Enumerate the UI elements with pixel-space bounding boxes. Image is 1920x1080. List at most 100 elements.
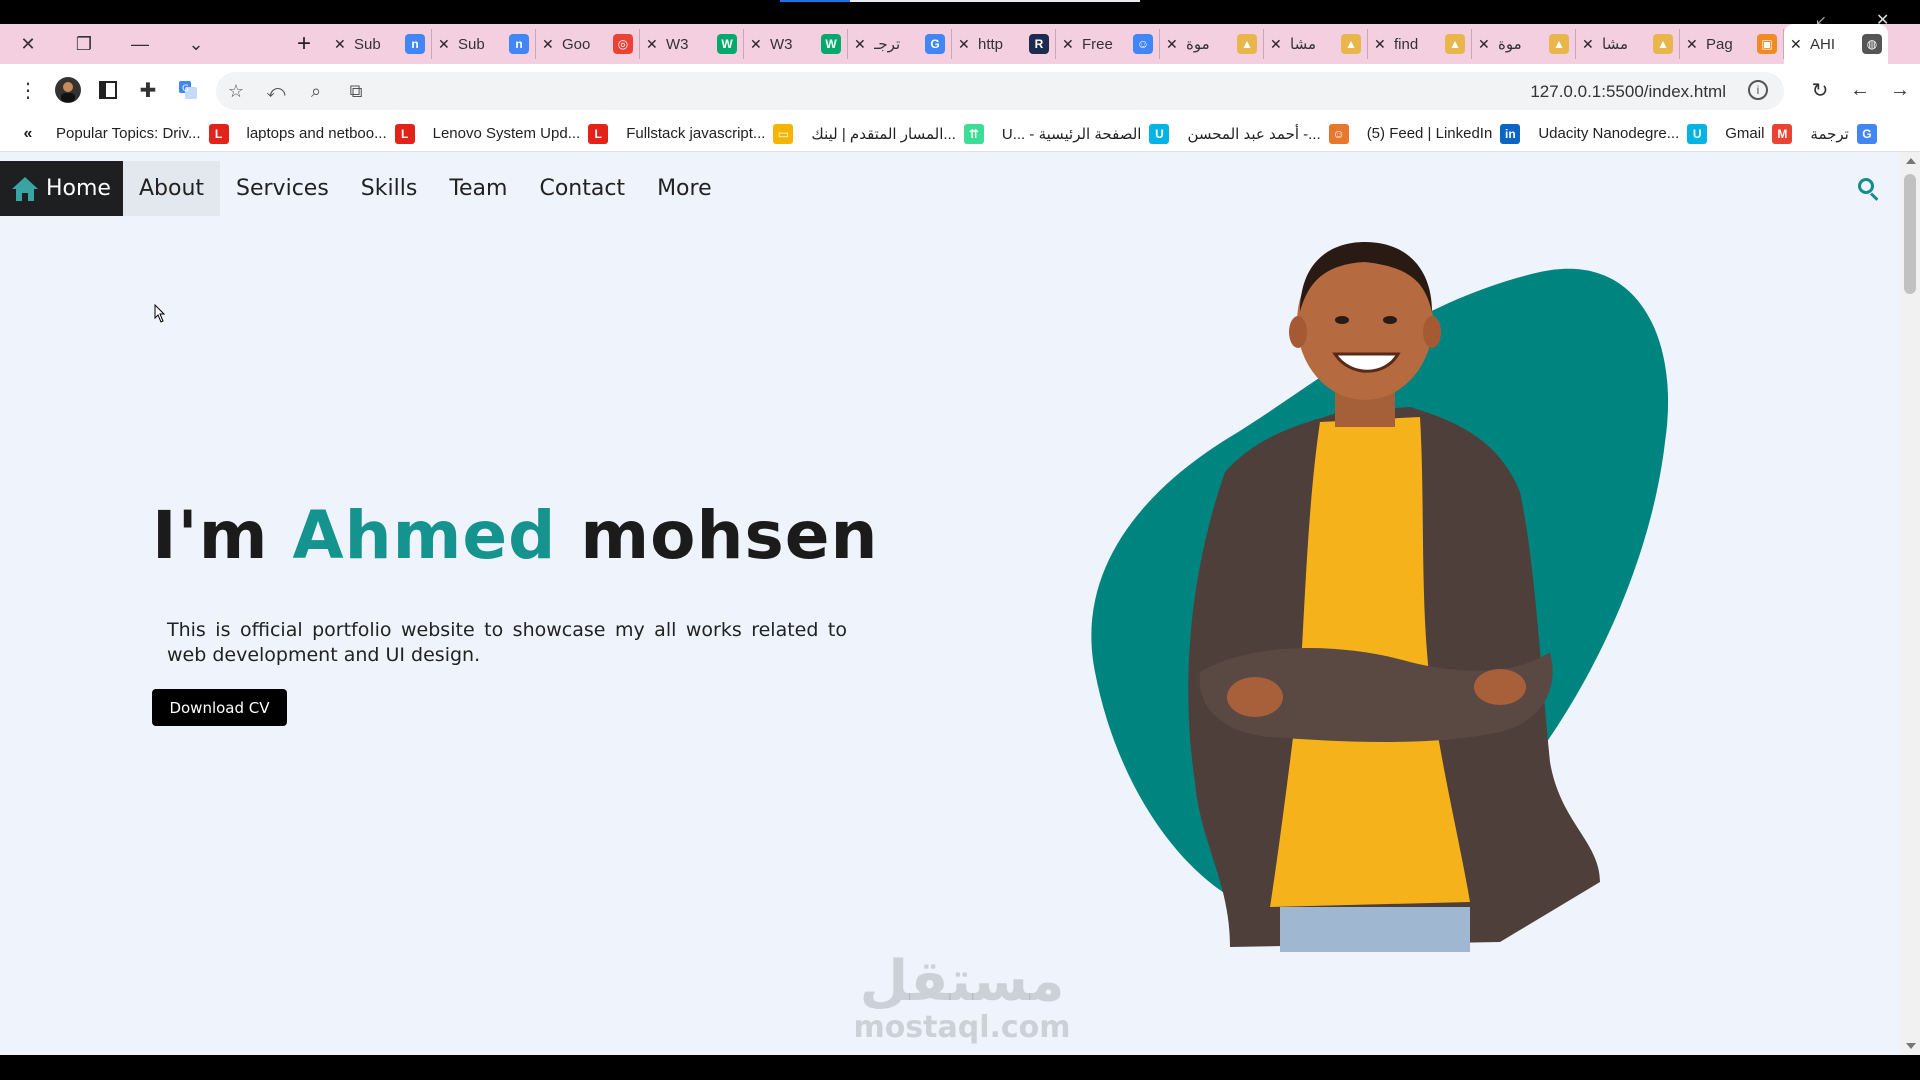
tab-label: مشا <box>1290 36 1316 53</box>
nav-contact[interactable]: Contact <box>523 161 641 216</box>
tab-label: مشا <box>1602 36 1628 53</box>
lens-favicon-icon: ◎ <box>613 34 633 54</box>
scroll-up-arrow-icon[interactable] <box>1906 158 1916 164</box>
tab-close-icon[interactable]: ✕ <box>750 36 764 53</box>
bookmark-item[interactable]: Udacity Nanodegre... U <box>1538 123 1708 144</box>
hero-title: I'm Ahmed mohsen <box>152 497 878 574</box>
browser-tab[interactable]: ✕ Free ☺ <box>1056 29 1160 59</box>
tab-close-icon[interactable]: ✕ <box>1062 36 1076 53</box>
U-bookmark-icon: U <box>1149 123 1170 144</box>
page-scrollbar[interactable] <box>1900 152 1920 1055</box>
site-info-icon[interactable]: i <box>1748 80 1768 100</box>
browser-tab[interactable]: ✕ W3 W <box>744 29 848 59</box>
reload-icon[interactable]: ↻ <box>1800 70 1840 110</box>
bookmark-label: Fullstack javascript... <box>626 125 766 142</box>
nav-about[interactable]: About <box>122 161 221 216</box>
tab-close-icon[interactable]: ✕ <box>438 36 452 53</box>
tab-close-icon[interactable]: ✕ <box>646 36 660 53</box>
hero-portrait-image <box>1091 242 1669 952</box>
bookmark-item[interactable]: U... - الصفحة الرئيسية U <box>1002 123 1170 144</box>
eye-left-shape <box>1335 316 1349 324</box>
browser-tab[interactable]: ✕ موة ▲ <box>1160 29 1264 59</box>
browser-tab[interactable]: ✕ Sub n <box>432 29 536 59</box>
bookmark-label: Lenovo System Upd... <box>432 125 581 142</box>
restore-window-icon[interactable]: ❐ <box>56 24 112 64</box>
nav-services[interactable]: Services <box>220 161 345 216</box>
bookmark-label: Gmail <box>1725 125 1765 142</box>
bookmark-item[interactable]: المسار المتقدم | لينك... ⇈ <box>811 123 984 144</box>
tab-close-icon[interactable]: ✕ <box>1582 36 1596 53</box>
scroll-down-arrow-icon[interactable] <box>1906 1043 1916 1049</box>
hero-title-prefix: I'm <box>152 497 293 574</box>
tab-label: Free <box>1082 35 1113 53</box>
scrollbar-thumb[interactable] <box>1904 174 1916 294</box>
browser-tab[interactable]: ✕ Goo ◎ <box>536 29 640 59</box>
browser-tab[interactable]: ✕ W3 W <box>640 29 744 59</box>
close-window-icon[interactable]: ✕ <box>0 24 56 64</box>
share-icon[interactable]: ⤺ <box>256 72 296 110</box>
L-bookmark-icon: L <box>394 123 415 144</box>
cast-icon[interactable]: ⧉ <box>336 72 376 110</box>
browser-tab[interactable]: ✕ http R <box>952 29 1056 59</box>
bookmark-item[interactable]: أحمد عبد المحسن -... ☺ <box>1187 123 1349 144</box>
translate-favicon-icon: G <box>925 34 945 54</box>
tab-close-icon[interactable]: ✕ <box>854 36 868 53</box>
bookmark-item[interactable]: Gmail M <box>1725 123 1793 144</box>
nav-more[interactable]: More <box>641 161 728 216</box>
back-arrow-icon[interactable]: ← <box>1840 70 1880 110</box>
tab-close-icon[interactable]: ✕ <box>1270 36 1284 53</box>
tab-close-icon[interactable]: ✕ <box>1790 36 1804 53</box>
new-tab-button[interactable]: + <box>284 24 324 64</box>
browser-tab[interactable]: ✕ مشا ▲ <box>1264 29 1368 59</box>
browser-tab[interactable]: ✕ ترجـ G <box>848 29 952 59</box>
tab-search-chevron-icon[interactable]: ⌄ <box>168 24 224 64</box>
zoom-icon[interactable]: ⌕ <box>296 72 336 110</box>
browser-tab[interactable]: ✕ موة ▲ <box>1472 29 1576 59</box>
nav-home[interactable]: Home <box>0 161 123 216</box>
ear-right-shape <box>1423 316 1441 348</box>
hero-title-suffix: mohsen <box>556 497 879 574</box>
L-bookmark-icon: L <box>588 123 609 144</box>
search-icon[interactable] <box>1858 178 1880 201</box>
tab-close-icon[interactable]: ✕ <box>1166 36 1180 53</box>
tab-close-icon[interactable]: ✕ <box>1686 36 1700 53</box>
browser-tab[interactable]: ✕ AHI ◍ <box>1784 24 1888 64</box>
bookmarks-overflow-chevron-icon[interactable]: « <box>0 125 56 143</box>
hand-right-shape <box>1474 669 1526 705</box>
bookmark-item[interactable]: Fullstack javascript... ▭ <box>626 123 794 144</box>
profile-avatar[interactable] <box>48 70 88 110</box>
download-cv-button[interactable]: Download CV <box>152 689 287 726</box>
bookmark-item[interactable]: Lenovo System Upd... L <box>432 123 609 144</box>
tab-close-icon[interactable]: ✕ <box>1478 36 1492 53</box>
bookmark-item[interactable]: ترجمة G <box>1810 123 1877 144</box>
minimize-window-icon[interactable]: — <box>112 24 168 64</box>
translate-extension-icon[interactable]: G <box>168 70 208 110</box>
tab-close-icon[interactable]: ✕ <box>958 36 972 53</box>
bookmark-item[interactable]: (5) Feed | LinkedIn in <box>1367 123 1521 144</box>
tab-close-icon[interactable]: ✕ <box>1374 36 1388 53</box>
bookmark-item[interactable]: Popular Topics: Driv... L <box>56 123 229 144</box>
url-text[interactable]: 127.0.0.1:5500/index.html <box>1530 82 1726 102</box>
nav-team[interactable]: Team <box>433 161 523 216</box>
sidebar-icon[interactable] <box>88 70 128 110</box>
U-bookmark-icon: U <box>1687 123 1708 144</box>
bookmark-label: المسار المتقدم | لينك... <box>811 125 956 143</box>
nav-skills[interactable]: Skills <box>345 161 434 216</box>
hand-left-shape <box>1227 677 1283 717</box>
bookmark-star-icon[interactable]: ☆ <box>216 72 256 110</box>
watermark-latin: mostaql.com <box>853 1010 1071 1045</box>
address-bar[interactable]: ☆ ⤺ ⌕ ⧉ 127.0.0.1:5500/index.html i <box>216 72 1784 110</box>
browser-tab[interactable]: ✕ Sub n <box>328 29 432 59</box>
extensions-puzzle-icon[interactable]: ✚ <box>128 70 168 110</box>
w-favicon-icon: W <box>717 34 737 54</box>
n-favicon-icon: n <box>509 34 529 54</box>
browser-tab[interactable]: ✕ Pag ▣ <box>1680 29 1784 59</box>
forward-arrow-icon[interactable]: → <box>1880 70 1920 110</box>
globe-favicon-icon: ◍ <box>1862 34 1882 54</box>
browser-tab[interactable]: ✕ مشا ▲ <box>1576 29 1680 59</box>
tab-close-icon[interactable]: ✕ <box>542 36 556 53</box>
menu-kebab-icon[interactable]: ⋮ <box>8 70 48 110</box>
bookmark-item[interactable]: laptops and netboo... L <box>247 123 415 144</box>
browser-tab[interactable]: ✕ find ▲ <box>1368 29 1472 59</box>
tab-close-icon[interactable]: ✕ <box>334 36 348 53</box>
